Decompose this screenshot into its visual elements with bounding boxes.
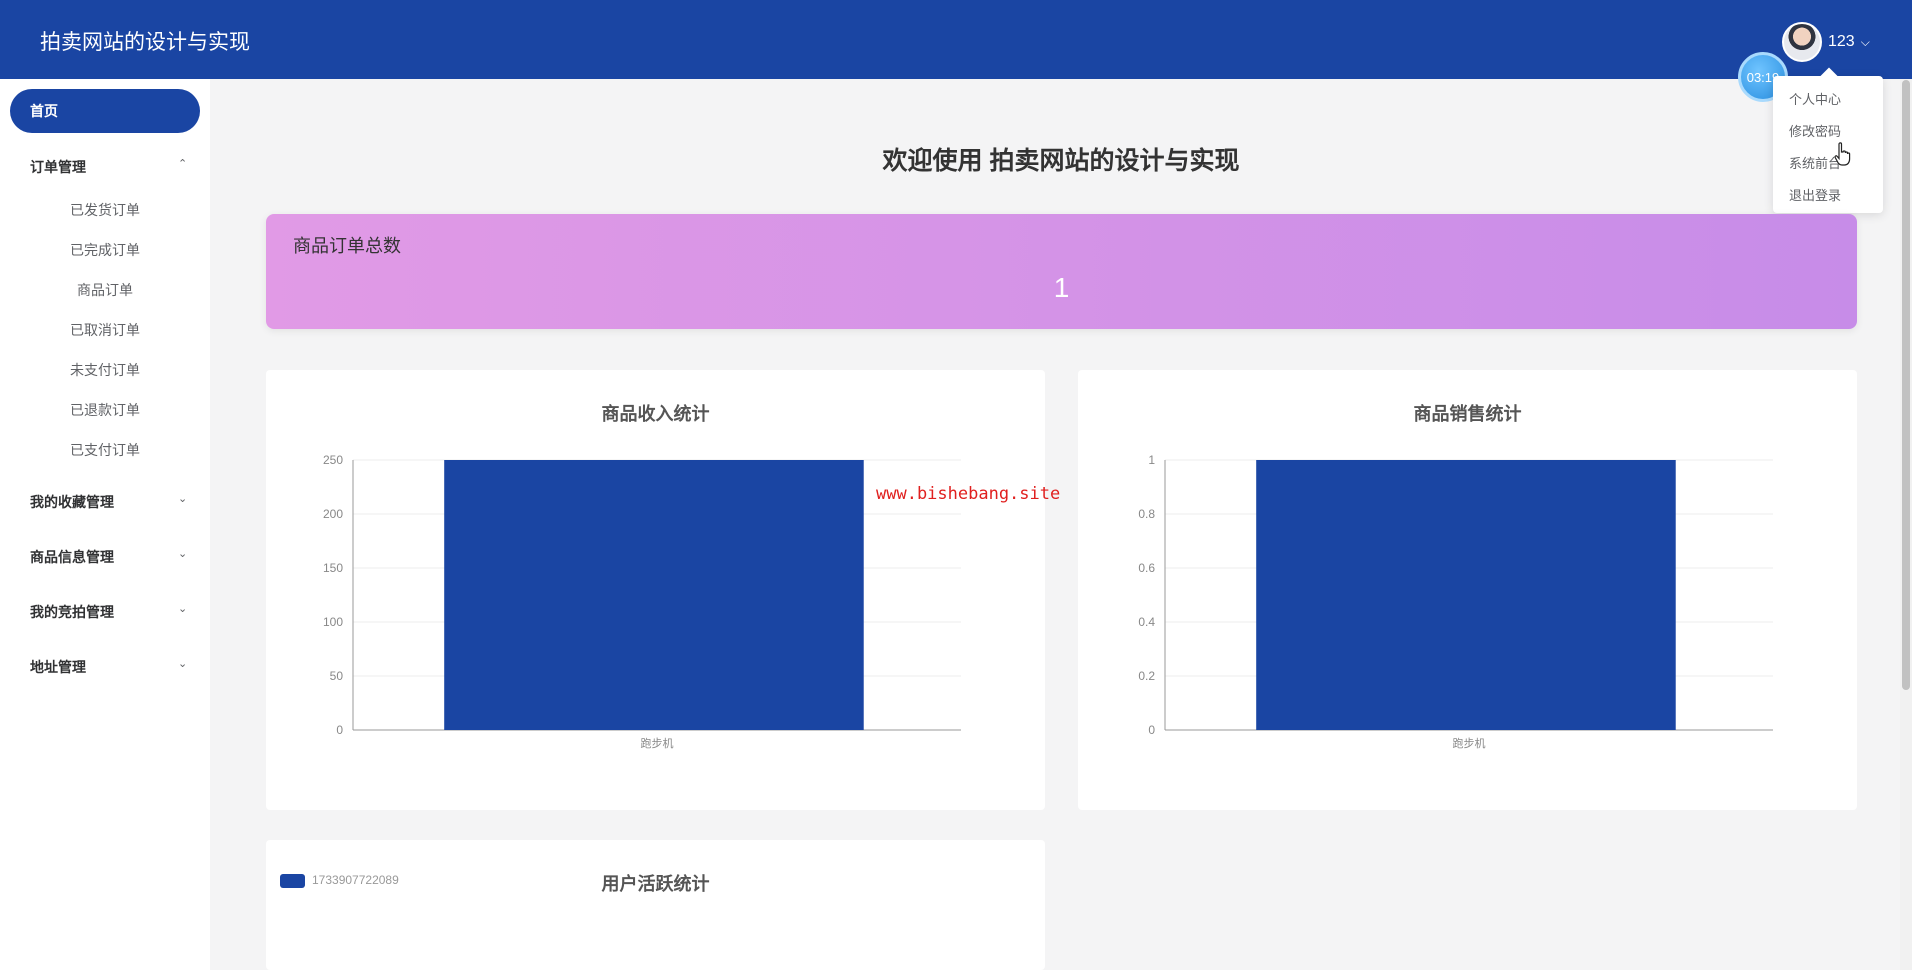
chevron-down-icon[interactable]: ⌄ — [178, 547, 187, 560]
revenue-chart: 0 50 100 150 200 250 跑步机 — [323, 453, 961, 750]
chevron-down-icon[interactable]: ⌄ — [178, 657, 187, 670]
y-tick-label: 0.6 — [1138, 561, 1155, 575]
sidebar-item-paid-orders[interactable]: 已支付订单 — [0, 440, 210, 460]
y-tick-label: 150 — [323, 561, 343, 575]
user-name[interactable]: 123 — [1828, 33, 1855, 51]
sidebar-group-bids[interactable]: 我的竞拍管理 — [30, 602, 114, 622]
menu-item-profile[interactable]: 个人中心 — [1789, 89, 1841, 108]
bar — [1256, 460, 1676, 730]
y-tick-label: 50 — [330, 669, 344, 683]
y-tick-label: 250 — [323, 453, 343, 467]
chevron-down-icon[interactable]: ⌄ — [178, 602, 187, 615]
sidebar-item-product-orders[interactable]: 商品订单 — [0, 280, 210, 300]
x-tick-label: 跑步机 — [641, 736, 674, 750]
stat-label: 商品订单总数 — [293, 236, 401, 256]
app-title: 拍卖网站的设计与实现 — [40, 31, 250, 54]
x-tick-label: 跑步机 — [1453, 736, 1486, 750]
y-tick-label: 0.4 — [1138, 615, 1155, 629]
y-tick-label: 200 — [323, 507, 343, 521]
sales-chart-panel: 商品销售统计 0 0.2 0.4 0.6 0.8 1 跑步机 — [1078, 370, 1857, 810]
stat-value: 1 — [1053, 272, 1070, 303]
y-tick-label: 1 — [1148, 453, 1155, 467]
y-tick-label: 0 — [336, 723, 343, 737]
sidebar-item-shipped-orders[interactable]: 已发货订单 — [0, 200, 210, 220]
sidebar-item-home[interactable]: 首页 — [10, 89, 200, 133]
sidebar-item-refunded-orders[interactable]: 已退款订单 — [0, 400, 210, 420]
chevron-down-icon[interactable]: ⌄ — [178, 492, 187, 505]
scrollbar-thumb[interactable] — [1902, 80, 1910, 690]
chevron-down-icon[interactable]: ⌵ — [1861, 35, 1870, 50]
y-tick-label: 0 — [1148, 723, 1155, 737]
bar — [444, 460, 864, 730]
watermark: www.bishebang.site — [876, 484, 1061, 504]
user-menu-trigger[interactable]: 123 ⌵ — [1782, 22, 1870, 62]
sidebar-group-addresses[interactable]: 地址管理 — [30, 657, 86, 677]
sidebar-item-unpaid-orders[interactable]: 未支付订单 — [0, 360, 210, 380]
sidebar-group-orders[interactable]: 订单管理 — [30, 157, 86, 177]
revenue-chart-panel: 商品收入统计 0 50 100 150 200 250 跑步机 — [266, 370, 1045, 810]
activity-chart-panel: 1733907722089 用户活跃统计 — [266, 840, 1045, 970]
order-count-card: 商品订单总数 1 — [266, 214, 1857, 329]
chevron-up-icon[interactable]: ⌃ — [178, 157, 187, 170]
avatar-icon[interactable] — [1782, 22, 1822, 62]
page-title: 欢迎使用 拍卖网站的设计与实现 — [882, 147, 1240, 175]
top-header: 拍卖网站的设计与实现 123 ⌵ — [0, 0, 1912, 79]
menu-item-change-password[interactable]: 修改密码 — [1789, 121, 1841, 140]
y-tick-label: 0.2 — [1138, 669, 1155, 683]
sidebar-group-products[interactable]: 商品信息管理 — [30, 547, 114, 567]
sales-chart: 0 0.2 0.4 0.6 0.8 1 跑步机 — [1138, 453, 1773, 750]
sidebar-item-cancelled-orders[interactable]: 已取消订单 — [0, 320, 210, 340]
sidebar: 首页 订单管理 ⌃ 已发货订单 已完成订单 商品订单 已取消订单 未支付订单 已… — [0, 79, 210, 970]
menu-item-logout[interactable]: 退出登录 — [1789, 185, 1841, 204]
sidebar-group-favorites[interactable]: 我的收藏管理 — [30, 492, 114, 512]
y-tick-label: 0.8 — [1138, 507, 1155, 521]
y-tick-label: 100 — [323, 615, 343, 629]
chart-title: 用户活跃统计 — [601, 874, 710, 894]
sidebar-item-completed-orders[interactable]: 已完成订单 — [0, 240, 210, 260]
